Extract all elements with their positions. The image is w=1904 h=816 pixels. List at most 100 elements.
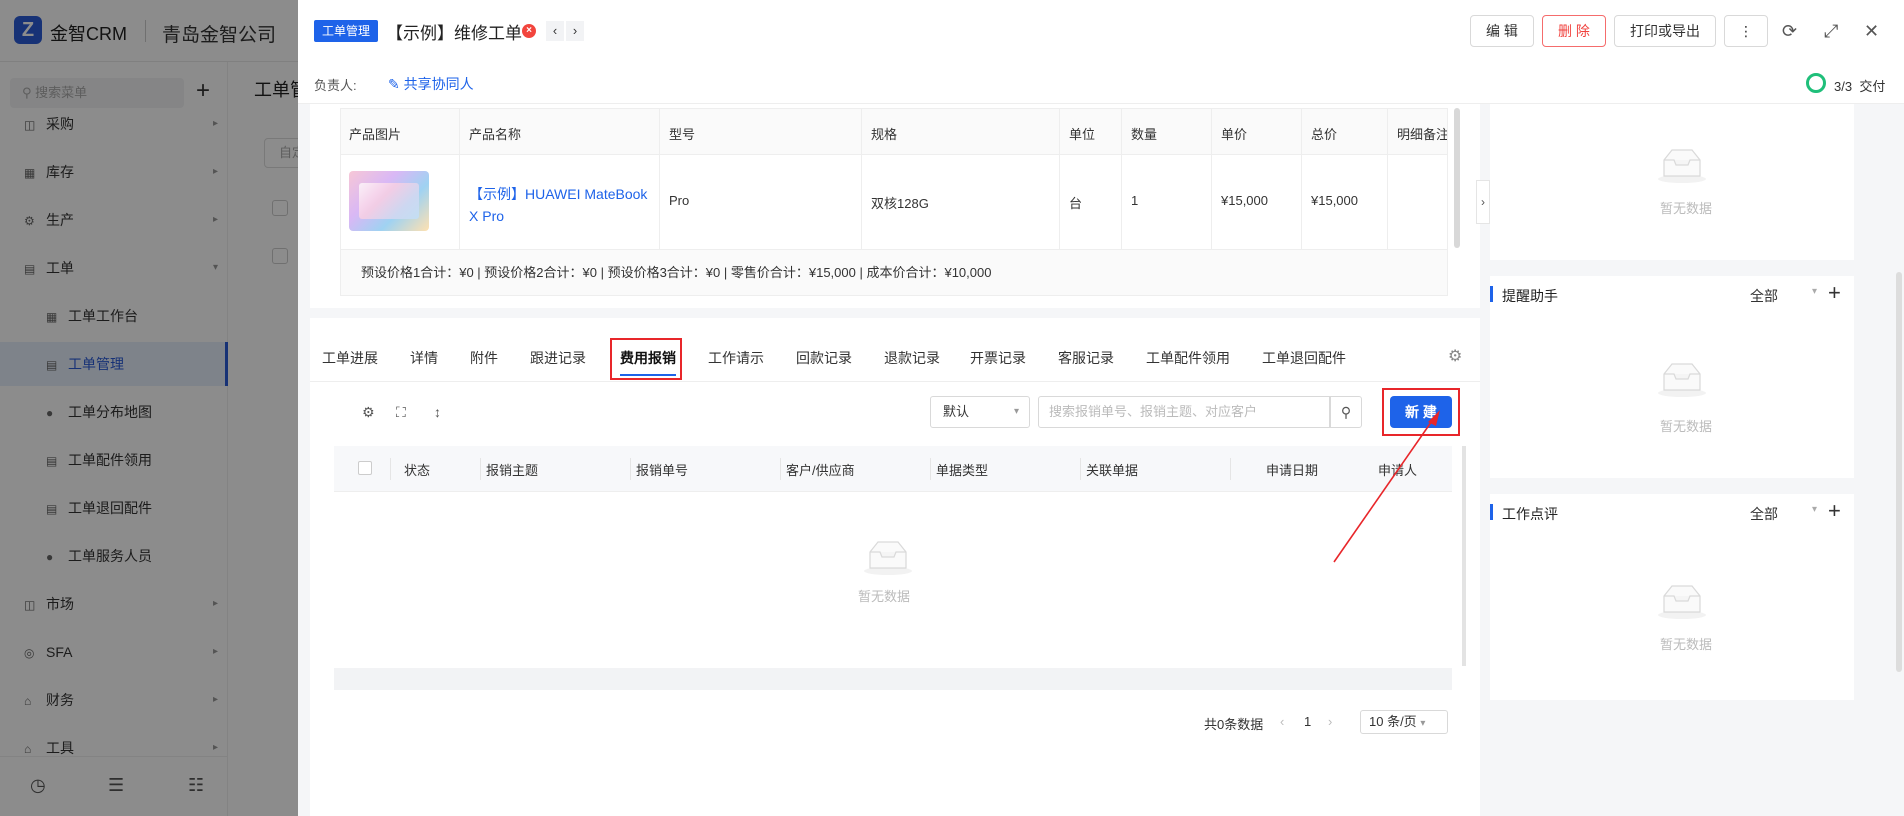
add-review-icon[interactable]: +	[1828, 498, 1841, 524]
review-filter[interactable]: 全部	[1750, 504, 1778, 524]
view-select-value: 默认	[943, 404, 970, 419]
chevron-down-icon[interactable]: ▾	[1812, 286, 1817, 297]
empty-box-icon	[1658, 585, 1706, 619]
tab-work-request[interactable]: 工作请示	[708, 348, 764, 368]
fullscreen-table-icon[interactable]: ⛶	[396, 404, 406, 421]
col-divider	[861, 109, 862, 249]
col-header: 单据类型	[936, 463, 989, 478]
tab-details[interactable]: 详情	[410, 348, 438, 368]
collapse-right-panel-button[interactable]: ›	[1476, 180, 1490, 224]
right-panel-top: 暂无数据	[1490, 104, 1854, 260]
row-height-icon[interactable]: ↕	[434, 404, 441, 420]
reminder-filter[interactable]: 全部	[1750, 286, 1778, 306]
expense-search-input[interactable]: 搜索报销单号、报销主题、对应客户	[1038, 396, 1330, 428]
refresh-icon[interactable]: ⟳	[1782, 20, 1797, 42]
add-reminder-icon[interactable]: +	[1828, 280, 1841, 306]
product-name-link[interactable]: 【示例】HUAWEI MateBook X Pro	[469, 183, 654, 227]
tab-refund[interactable]: 退款记录	[884, 348, 940, 368]
col-divider	[780, 458, 781, 480]
col-header: 报销主题	[486, 463, 539, 478]
col-divider	[1230, 458, 1231, 480]
col-divider	[390, 458, 391, 480]
highlight-box-expense-tab	[610, 338, 682, 380]
panel-accent-bar	[1490, 504, 1493, 520]
share-collaborator-link[interactable]: ✎ 共享协同人	[388, 74, 474, 94]
col-header: 申请日期	[1266, 463, 1319, 478]
empty-text: 暂无数据	[1660, 637, 1713, 652]
tab-progress[interactable]: 工单进展	[322, 348, 378, 368]
table-horizontal-scrollbar[interactable]	[334, 668, 1452, 690]
col-divider	[1387, 109, 1388, 249]
col-header: 关联单据	[1086, 463, 1139, 478]
col-divider	[630, 458, 631, 480]
print-export-button[interactable]: 打印或导出	[1614, 15, 1716, 47]
col-header: 单位	[1069, 127, 1096, 142]
col-header: 数量	[1131, 127, 1158, 142]
stage-name: 交付	[1859, 79, 1886, 94]
tab-payment[interactable]: 回款记录	[796, 348, 852, 368]
product-spec: 双核128G	[871, 196, 929, 211]
close-icon[interactable]: ✕	[1864, 20, 1879, 42]
product-qty: 1	[1131, 193, 1139, 208]
expense-table-header: 状态 报销主题 报销单号 客户/供应商 单据类型 关联单据 申请日期 申请人	[334, 446, 1452, 492]
tab-invoice[interactable]: 开票记录	[970, 348, 1026, 368]
page-size-select[interactable]: 10 条/页 ▾	[1360, 710, 1448, 734]
product-model: Pro	[669, 193, 690, 208]
col-divider	[1080, 458, 1081, 480]
tab-bar: 工单进展 详情 附件 跟进记录 费用报销 工作请示 回款记录 退款记录 开票记录…	[310, 318, 1480, 382]
status-close-icon: ×	[522, 24, 536, 38]
col-divider	[459, 109, 460, 249]
col-divider	[1301, 109, 1302, 249]
col-header: 报销单号	[636, 463, 689, 478]
more-button[interactable]: ⋮	[1724, 15, 1768, 47]
next-record-button[interactable]: ›	[566, 21, 584, 41]
col-header: 状态	[404, 463, 431, 478]
prev-page-button[interactable]: ‹	[1280, 714, 1284, 729]
product-total: ¥15,000	[1311, 193, 1358, 208]
page-number[interactable]: 1	[1304, 714, 1311, 729]
annotation-arrow	[1333, 410, 1440, 563]
drawer-scrollbar[interactable]	[1896, 272, 1902, 672]
drawer-header: 工单管理 【示例】维修工单 × ‹ › 编 辑 删 除 打印或导出 ⋮ ⟳ ⤢ …	[298, 0, 1904, 104]
owner-label: 负责人:	[314, 78, 357, 93]
pagination-total: 共0条数据	[1204, 717, 1264, 732]
edit-button[interactable]: 编 辑	[1470, 15, 1534, 47]
product-table-header: 产品图片 产品名称 型号 规格 单位 数量 单价 总价 明细备注	[341, 109, 1447, 155]
tab-attachments[interactable]: 附件	[470, 348, 498, 368]
tab-service[interactable]: 客服记录	[1058, 348, 1114, 368]
chevron-down-icon[interactable]: ▾	[1812, 504, 1817, 515]
column-settings-icon[interactable]: ⚙	[362, 404, 375, 421]
col-divider	[480, 458, 481, 480]
share-collaborator-label: 共享协同人	[403, 76, 474, 92]
prev-record-button[interactable]: ‹	[546, 21, 564, 41]
fullscreen-icon[interactable]: ⤢	[1824, 20, 1838, 42]
table-vertical-scrollbar[interactable]	[1462, 446, 1466, 666]
tab-settings-gear-icon[interactable]: ⚙	[1448, 346, 1462, 366]
select-all-checkbox[interactable]	[358, 461, 372, 475]
delete-button[interactable]: 删 除	[1542, 15, 1606, 47]
tab-parts-return[interactable]: 工单退回配件	[1262, 348, 1346, 368]
chevron-down-icon: ▾	[1013, 406, 1019, 417]
col-header: 产品名称	[469, 127, 522, 142]
related-tabs-card: 工单进展 详情 附件 跟进记录 费用报销 工作请示 回款记录 退款记录 开票记录…	[310, 318, 1480, 816]
workorder-detail-drawer: 工单管理 【示例】维修工单 × ‹ › 编 辑 删 除 打印或导出 ⋮ ⟳ ⤢ …	[298, 0, 1904, 816]
edit-icon: ✎	[388, 76, 404, 92]
progress-count: 3/3	[1834, 79, 1853, 94]
col-header: 单价	[1221, 127, 1248, 142]
product-detail-card: 产品图片 产品名称 型号 规格 单位 数量 单价 总价 明细备注 【示例】HUA…	[310, 104, 1480, 308]
chevron-down-icon: ▾	[1420, 718, 1426, 729]
product-image[interactable]	[349, 171, 429, 231]
tab-parts-use[interactable]: 工单配件领用	[1146, 348, 1230, 368]
empty-box-icon	[1658, 363, 1706, 397]
stage-progress: 3/3 交付	[1834, 76, 1885, 95]
view-select[interactable]: 默认 ▾	[930, 396, 1030, 428]
empty-text: 暂无数据	[858, 589, 911, 604]
product-price: ¥15,000	[1221, 193, 1268, 208]
reminder-title: 提醒助手	[1502, 288, 1558, 304]
table-scrollbar[interactable]	[1454, 108, 1460, 248]
tab-followup[interactable]: 跟进记录	[530, 348, 586, 368]
next-page-button[interactable]: ›	[1328, 714, 1332, 729]
empty-text: 暂无数据	[1660, 419, 1713, 434]
product-unit: 台	[1069, 196, 1083, 211]
page-size-value: 10 条/页	[1369, 714, 1417, 729]
